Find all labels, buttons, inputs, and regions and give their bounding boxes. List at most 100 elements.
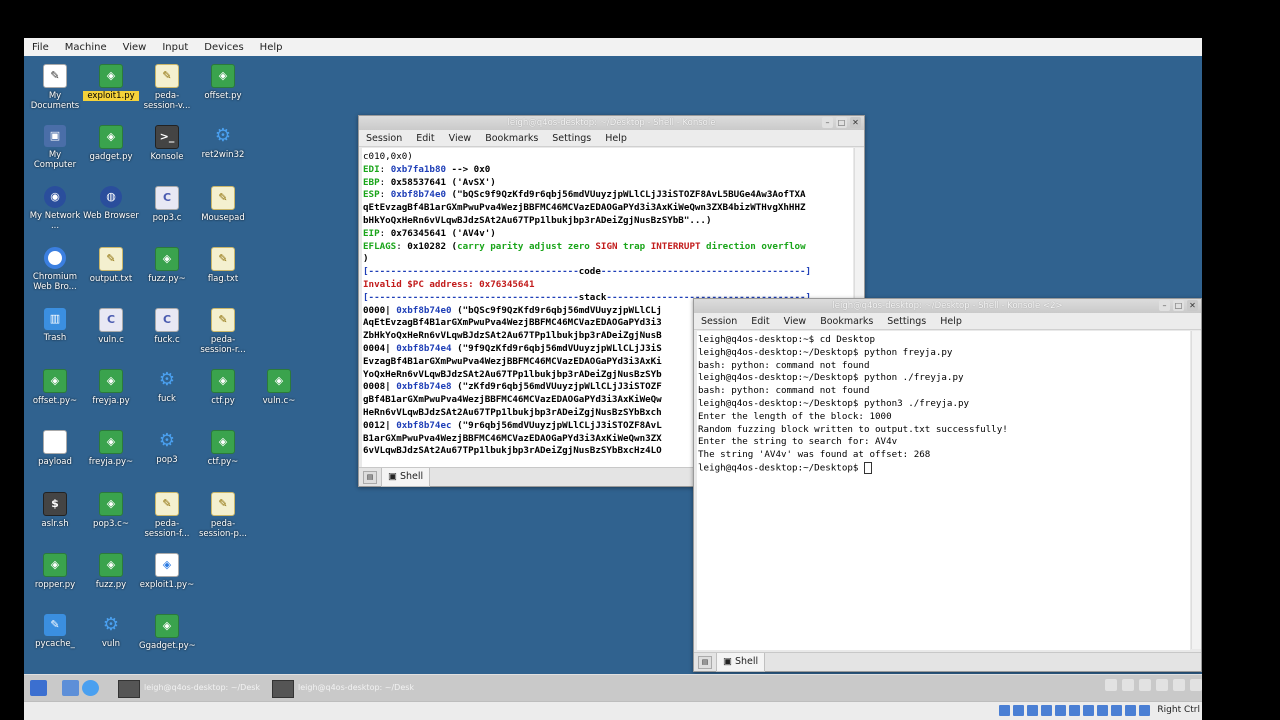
terminal-line: Enter the string to search for: AV4v <box>698 436 1190 449</box>
desktop-icon[interactable]: ✎ pycache_ <box>27 614 83 649</box>
settings-gear-icon[interactable] <box>82 680 99 696</box>
desktop-icon[interactable]: payload <box>27 430 83 467</box>
close-icon[interactable]: ✕ <box>1187 300 1198 311</box>
desktop-icon[interactable]: ▥ Trash <box>27 308 83 343</box>
vm-menu-input[interactable]: Input <box>154 42 196 53</box>
menu-bookmarks[interactable]: Bookmarks <box>813 316 880 327</box>
desktop-icon[interactable]: ◈ ctf.py~ <box>195 430 251 467</box>
menu-help[interactable]: Help <box>933 316 969 327</box>
close-icon[interactable]: ✕ <box>850 117 861 128</box>
desktop-icon[interactable]: ⚙ vuln <box>83 614 139 650</box>
vm-menu-file[interactable]: File <box>24 42 57 53</box>
desktop-icon[interactable]: ◈ Ggadget.py~ <box>139 614 196 651</box>
konsole-2-titlebar[interactable]: leigh@q4os-desktop: ~/Desktop - Shell - … <box>694 299 1201 313</box>
display-icon[interactable] <box>1173 679 1185 691</box>
desktop-icon[interactable]: ◈ pop3.c~ <box>83 492 139 529</box>
tab-shell[interactable]: ▣ Shell <box>381 468 431 487</box>
desktop-icon[interactable]: ✎ peda-session-r... <box>195 308 251 355</box>
tab-shell[interactable]: ▣ Shell <box>716 653 766 672</box>
desktop-icon[interactable]: ◈ ctf.py <box>195 369 251 406</box>
shared-folder-icon[interactable] <box>1069 705 1080 716</box>
python-file-icon: ◈ <box>99 369 123 393</box>
desktop-icon[interactable]: ◈ exploit1.py <box>83 64 139 101</box>
desktop-icon[interactable]: ▣ My Computer <box>27 125 83 170</box>
desktop-icon[interactable]: ✎ peda-session-f... <box>139 492 195 539</box>
menu-view[interactable]: View <box>442 133 479 144</box>
desktop-icon[interactable]: ✎ output.txt <box>83 247 139 284</box>
desktop-icon[interactable]: ◈ freyja.py <box>83 369 139 406</box>
audio-icon[interactable] <box>1027 705 1038 716</box>
desktop-icon[interactable]: ✎ My Documents <box>27 64 83 111</box>
vm-menu-machine[interactable]: Machine <box>57 42 115 53</box>
desktop-icon[interactable]: ◈ ropper.py <box>27 553 83 590</box>
vm-menu-view[interactable]: View <box>115 42 155 53</box>
taskbar-item-konsole-2[interactable]: leigh@q4os-desktop: ~/Desk <box>270 678 418 698</box>
desktop-icon[interactable]: ⚙ ret2win32 <box>195 125 251 161</box>
desktop-icon[interactable]: ◍ Web Browser <box>83 186 139 221</box>
menu-help[interactable]: Help <box>598 133 634 144</box>
volume-icon[interactable] <box>1156 679 1168 691</box>
menu-settings[interactable]: Settings <box>880 316 933 327</box>
recording-icon[interactable] <box>1097 705 1108 716</box>
quick-launch-icon[interactable] <box>62 680 79 696</box>
clipboard-icon[interactable] <box>1105 679 1117 691</box>
desktop-icon[interactable]: ◈ fuzz.py <box>83 553 139 590</box>
desktop-icon[interactable]: ◈ exploit1.py~ <box>139 553 195 590</box>
new-tab-icon[interactable]: ▤ <box>363 471 377 484</box>
mouse-integration-icon[interactable] <box>1125 705 1136 716</box>
desktop-icon[interactable]: ✎ peda-session-p... <box>195 492 251 539</box>
start-menu-icon[interactable] <box>30 680 47 696</box>
network-tray-icon[interactable] <box>1122 679 1134 691</box>
desktop-icon[interactable]: ◈ offset.py~ <box>27 369 83 406</box>
menu-view[interactable]: View <box>777 316 814 327</box>
vm-menu-devices[interactable]: Devices <box>196 42 251 53</box>
cpu-icon[interactable] <box>1111 705 1122 716</box>
desktop-icon[interactable]: ◈ offset.py <box>195 64 251 101</box>
menu-session[interactable]: Session <box>359 133 409 144</box>
desktop-icon[interactable]: ⚙ pop3 <box>139 430 195 466</box>
menu-settings[interactable]: Settings <box>545 133 598 144</box>
update-icon[interactable] <box>1139 679 1151 691</box>
konsole-1-titlebar[interactable]: leigh@q4os-desktop: ~/Desktop - Shell - … <box>359 116 864 130</box>
menu-session[interactable]: Session <box>694 316 744 327</box>
desktop-icon[interactable]: ✎ Mousepad <box>195 186 251 223</box>
desktop-icon[interactable]: ◈ fuzz.py~ <box>139 247 195 284</box>
konsole-2-tabbar: ▤ ▣ Shell <box>694 652 1201 672</box>
taskbar-item-konsole-1[interactable]: leigh@q4os-desktop: ~/Desk <box>116 678 264 698</box>
desktop-icon[interactable]: ◈ freyja.py~ <box>83 430 139 467</box>
desktop-icon[interactable]: Chromium Web Bro... <box>27 247 83 292</box>
maximize-icon[interactable]: □ <box>836 117 847 128</box>
vm-menu-help[interactable]: Help <box>252 42 291 53</box>
python-file-icon: ◈ <box>43 553 67 577</box>
desktop-icon-label: Mousepad <box>201 213 245 223</box>
desktop-icon[interactable]: Cvuln.c <box>83 308 139 345</box>
display-status-icon[interactable] <box>1083 705 1094 716</box>
menu-edit[interactable]: Edit <box>409 133 441 144</box>
desktop-icon[interactable]: ◉ My Network ... <box>27 186 83 231</box>
konsole-2-terminal[interactable]: leigh@q4os-desktop:~$ cd Desktop leigh@q4… <box>697 331 1190 650</box>
keyboard-icon[interactable] <box>1139 705 1150 716</box>
desktop-icon[interactable]: $ aslr.sh <box>27 492 83 529</box>
desktop-icon[interactable]: ⚙ fuck <box>139 369 195 405</box>
desktop-icon[interactable]: Cfuck.c <box>139 308 195 345</box>
desktop-icon-label: Web Browser <box>83 211 139 221</box>
new-tab-icon[interactable]: ▤ <box>698 656 712 669</box>
optical-drive-icon[interactable] <box>1013 705 1024 716</box>
minimize-icon[interactable]: – <box>1159 300 1170 311</box>
desktop-icon[interactable]: >_ Konsole <box>139 125 195 162</box>
konsole-window-2[interactable]: leigh@q4os-desktop: ~/Desktop - Shell - … <box>693 298 1202 672</box>
desktop-icon[interactable]: ✎ flag.txt <box>195 247 251 284</box>
network-adapter-icon[interactable] <box>1041 705 1052 716</box>
desktop-icon[interactable]: ◈ vuln.c~ <box>251 369 307 406</box>
menu-edit[interactable]: Edit <box>744 316 776 327</box>
minimize-icon[interactable]: – <box>822 117 833 128</box>
maximize-icon[interactable]: □ <box>1173 300 1184 311</box>
menu-bookmarks[interactable]: Bookmarks <box>478 133 545 144</box>
desktop-icon[interactable]: ✎ peda-session-v... <box>139 64 195 111</box>
konsole-2-scrollbar[interactable] <box>1191 331 1201 649</box>
usb-icon[interactable] <box>1055 705 1066 716</box>
desktop-icon[interactable]: Cpop3.c <box>139 186 195 223</box>
power-icon[interactable] <box>1190 679 1202 691</box>
desktop-icon[interactable]: ◈ gadget.py <box>83 125 139 162</box>
hdd-icon[interactable] <box>999 705 1010 716</box>
